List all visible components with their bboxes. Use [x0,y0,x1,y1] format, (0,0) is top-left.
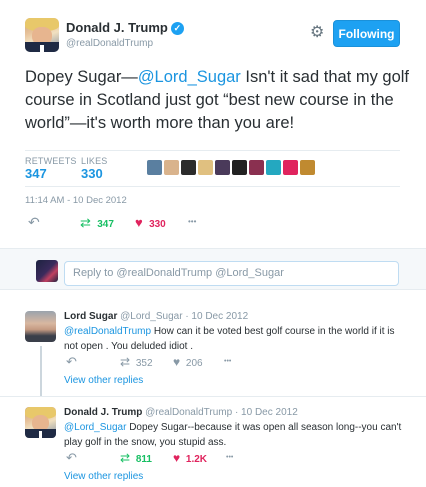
view-other-replies-link[interactable]: View other replies [64,471,143,482]
liker-avatar[interactable] [232,160,247,175]
author-name[interactable]: Donald J. Trump ✓ [66,20,184,35]
verified-badge-icon: ✓ [170,22,184,35]
liker-avatar[interactable] [181,160,196,175]
liker-avatars[interactable] [147,160,317,180]
view-other-replies-link[interactable]: View other replies [64,375,143,386]
liker-avatar[interactable] [164,160,179,175]
reply-header: Donald J. Trump @realDonaldTrump · 10 De… [64,407,298,418]
liker-avatar[interactable] [300,160,315,175]
retweet-icon: ⇄ [120,355,131,369]
reply-text: @realDonaldTrump How can it be voted bes… [64,326,395,352]
following-button[interactable]: Following [333,20,400,47]
my-avatar [36,260,58,282]
like-action[interactable]: ♥ 330 [135,215,166,230]
reply-icon[interactable]: ↶ [66,450,77,466]
tweet-text: Dopey Sugar—@Lord_Sugar Isn't it sad tha… [25,68,410,132]
like-action[interactable]: ♥ 206 [173,355,203,369]
more-icon[interactable]: ••• [224,358,231,365]
retweets-stat[interactable]: RETWEETS 347 [25,156,77,181]
reply-author-avatar[interactable] [25,311,56,342]
reply-icon[interactable]: ↶ [28,214,40,231]
more-icon[interactable]: ••• [226,454,233,461]
retweet-icon: ⇄ [80,215,91,230]
reply-author-avatar[interactable] [25,407,56,438]
liker-avatar[interactable] [249,160,264,175]
retweet-action[interactable]: ⇄ 347 [80,215,114,231]
thread-line [40,346,42,396]
heart-icon: ♥ [135,215,143,230]
reply-input[interactable]: Reply to @realDonaldTrump @Lord_Sugar [64,261,399,286]
reply-icon[interactable]: ↶ [66,354,77,370]
retweet-icon: ⇄ [120,451,131,465]
liker-avatar[interactable] [147,160,162,175]
heart-icon: ♥ [173,451,181,465]
liker-avatar[interactable] [198,160,213,175]
profile-avatar[interactable] [25,18,59,52]
retweet-action[interactable]: ⇄ 352 [120,355,153,369]
liker-avatar[interactable] [215,160,230,175]
liker-avatar[interactable] [283,160,298,175]
gear-icon[interactable]: ⚙ [310,22,324,42]
reply-text: @Lord_Sugar Dopey Sugar--because it was … [64,422,402,448]
heart-icon: ♥ [173,355,181,369]
reply-header: Lord Sugar @Lord_Sugar · 10 Dec 2012 [64,311,249,322]
author-handle[interactable]: @realDonaldTrump [66,38,153,49]
liker-avatar[interactable] [266,160,281,175]
likes-stat[interactable]: LIKES 330 [81,156,108,181]
retweet-action[interactable]: ⇄ 811 [120,451,152,465]
mention-link[interactable]: @Lord_Sugar [138,68,241,86]
like-action[interactable]: ♥ 1.2K [173,451,207,465]
tweet-timestamp[interactable]: 11:14 AM - 10 Dec 2012 [25,195,127,206]
more-icon[interactable]: ••• [188,217,196,226]
